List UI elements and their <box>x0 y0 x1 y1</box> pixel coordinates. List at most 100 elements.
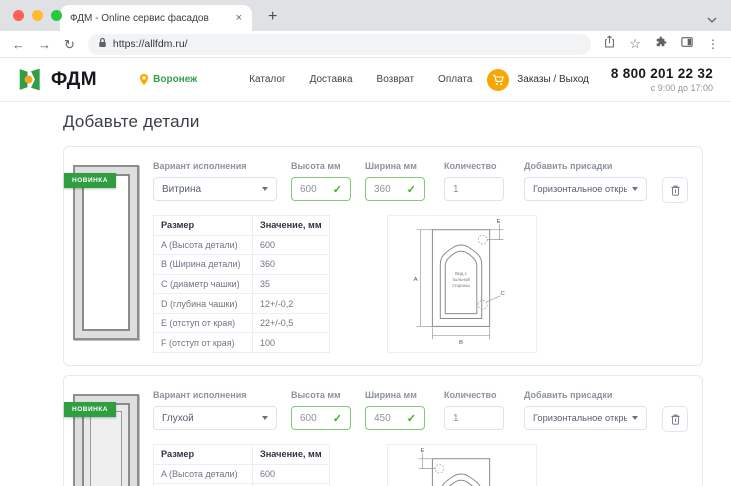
table-row: A (Высота детали)600 <box>154 235 330 255</box>
browser-toolbar: ← → ↻ https://allfdm.ru/ ☆ ⋮ <box>0 31 731 58</box>
delete-row-button[interactable] <box>662 177 688 203</box>
chevron-down-icon[interactable] <box>707 10 717 28</box>
valid-check-icon: ✓ <box>333 412 342 425</box>
dim-a-label: A <box>414 277 418 283</box>
browser-tab[interactable]: ФДМ - Online сервис фасадов × <box>60 5 252 31</box>
orders-logout-link[interactable]: Заказы / Выход <box>517 74 589 85</box>
working-hours: с 9:00 до 17:00 <box>611 83 713 93</box>
page-title: Добавьте детали <box>63 112 703 132</box>
product-thumbnail: НОВИНКА <box>73 394 139 486</box>
main-nav: Каталог Доставка Возврат Оплата <box>249 74 472 85</box>
account-area[interactable]: Заказы / Выход <box>487 69 589 91</box>
location-pin-icon <box>139 73 149 86</box>
variant-label: Вариант исполнения <box>153 161 277 171</box>
presadki-select[interactable]: Горизонтальное открыв: <box>524 406 647 430</box>
new-badge: НОВИНКА <box>64 173 116 188</box>
nav-delivery[interactable]: Доставка <box>310 74 353 85</box>
tab-close-icon[interactable]: × <box>236 12 242 24</box>
forward-icon[interactable]: → <box>38 38 51 51</box>
logo-text: ФДМ <box>51 69 97 91</box>
reload-icon[interactable]: ↻ <box>64 38 75 51</box>
close-window-button[interactable] <box>13 10 24 21</box>
extensions-puzzle-icon[interactable] <box>655 35 667 53</box>
facade-image-vitrina <box>73 165 139 340</box>
dim-e-label: E <box>497 219 501 225</box>
dimensions-table: РазмерЗначение, мм A (Высота детали)600 … <box>153 215 330 353</box>
cart-icon[interactable] <box>487 69 509 91</box>
height-input[interactable]: 600✓ <box>291 406 351 430</box>
phone-number: 8 800 201 22 32 <box>611 66 713 81</box>
valid-check-icon: ✓ <box>407 183 416 196</box>
menu-dots-icon[interactable]: ⋮ <box>707 37 719 51</box>
table-row: B (Ширина детали)360 <box>154 255 330 275</box>
dim-c-label: C <box>500 291 505 297</box>
new-tab-button[interactable]: + <box>268 8 277 26</box>
window-controls <box>13 10 62 21</box>
nav-returns[interactable]: Возврат <box>377 74 415 85</box>
address-bar[interactable]: https://allfdm.ru/ <box>88 34 591 55</box>
valid-check-icon: ✓ <box>407 412 416 425</box>
presadki-select[interactable]: Горизонтальное открыв: <box>524 177 647 201</box>
height-input[interactable]: 600✓ <box>291 177 351 201</box>
trash-icon <box>670 413 681 426</box>
qty-label: Количество <box>444 161 504 171</box>
url-text: https://allfdm.ru/ <box>113 38 188 50</box>
select-caret-icon <box>262 187 268 191</box>
technical-drawing: B E C Вид с тыльной стороны <box>387 444 537 486</box>
svg-text:Вид с: Вид с <box>455 271 467 276</box>
detail-card-2: НОВИНКА Вариант исполнения Глухой Высота… <box>63 375 703 486</box>
browser-tab-strip: ФДМ - Online сервис фасадов × + <box>0 0 731 31</box>
new-badge: НОВИНКА <box>64 402 116 417</box>
site-header: ФДМ Воронеж Каталог Доставка Возврат Опл… <box>0 58 731 102</box>
variant-select[interactable]: Витрина <box>153 177 277 201</box>
product-thumbnail: НОВИНКА <box>73 165 139 353</box>
back-icon[interactable]: ← <box>12 38 25 51</box>
dim-e-label: E <box>421 448 425 454</box>
city-selector[interactable]: Воронеж <box>139 73 197 86</box>
table-row: E (отступ от края)22+/-0,5 <box>154 313 330 333</box>
qty-input[interactable]: 1 <box>444 177 504 201</box>
select-caret-icon <box>632 416 638 420</box>
phone-block: 8 800 201 22 32 с 9:00 до 17:00 <box>611 66 713 93</box>
fdm-logo-icon <box>18 67 44 92</box>
delete-row-button[interactable] <box>662 406 688 432</box>
height-label: Высота мм <box>291 390 351 400</box>
table-row: D (глубина чашки)12+/-0,2 <box>154 294 330 314</box>
qty-input[interactable]: 1 <box>444 406 504 430</box>
nav-catalog[interactable]: Каталог <box>249 74 285 85</box>
width-input[interactable]: 360✓ <box>365 177 425 201</box>
minimize-window-button[interactable] <box>32 10 43 21</box>
variant-select[interactable]: Глухой <box>153 406 277 430</box>
select-caret-icon <box>632 187 638 191</box>
height-label: Высота мм <box>291 161 351 171</box>
main-content: Добавьте детали НОВИНКА Вариант исполнен… <box>0 102 731 486</box>
width-label: Ширина мм <box>365 161 425 171</box>
share-icon[interactable] <box>604 35 615 53</box>
detail-card-1: НОВИНКА Вариант исполнения Витрина Высот… <box>63 146 703 366</box>
tab-title: ФДМ - Online сервис фасадов <box>70 13 230 24</box>
dimensions-table: РазмерЗначение, мм A (Высота детали)600 … <box>153 444 330 486</box>
select-caret-icon <box>262 416 268 420</box>
table-row: F (отступ от края)100 <box>154 333 330 353</box>
presadki-label: Добавить присадки <box>524 390 647 400</box>
bookmark-star-icon[interactable]: ☆ <box>629 36 641 52</box>
nav-payment[interactable]: Оплата <box>438 74 472 85</box>
presadki-label: Добавить присадки <box>524 161 647 171</box>
trash-icon <box>670 184 681 197</box>
svg-text:стороны: стороны <box>452 283 470 288</box>
table-row: C (диаметр чашки)35 <box>154 274 330 294</box>
qty-label: Количество <box>444 390 504 400</box>
technical-drawing: A B E C Вид с тыльной стороны <box>387 215 537 353</box>
width-label: Ширина мм <box>365 390 425 400</box>
width-input[interactable]: 450✓ <box>365 406 425 430</box>
svg-text:тыльной: тыльной <box>452 276 470 282</box>
lock-icon[interactable] <box>98 35 107 53</box>
dim-b-label: B <box>459 340 463 346</box>
sidebar-icon[interactable] <box>681 35 693 53</box>
valid-check-icon: ✓ <box>333 183 342 196</box>
site-logo[interactable]: ФДМ <box>18 67 97 92</box>
city-label: Воронеж <box>153 74 197 85</box>
zoom-window-button[interactable] <box>51 10 62 21</box>
variant-label: Вариант исполнения <box>153 390 277 400</box>
table-row: A (Высота детали)600 <box>154 464 330 484</box>
